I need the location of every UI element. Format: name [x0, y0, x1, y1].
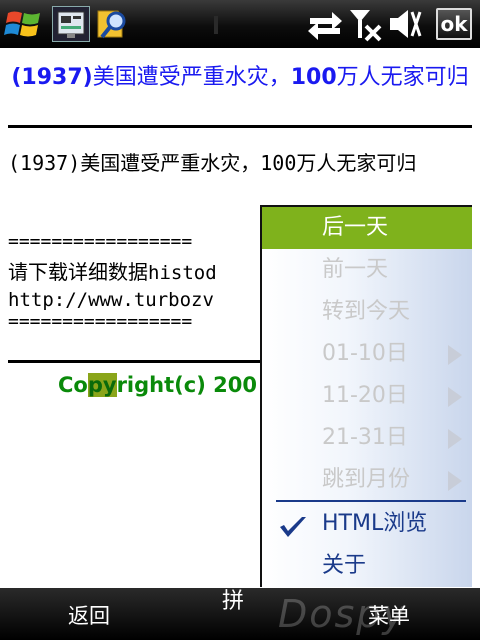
copyright-part-c: right(c) 200 [116, 373, 257, 397]
status-bar-divider [214, 16, 218, 34]
menu-item-label: 关于 [322, 553, 367, 578]
divider-top [8, 125, 472, 128]
title-number: 100 [290, 65, 337, 90]
input-method-indicator[interactable]: 拼 [222, 582, 244, 622]
ok-button[interactable]: ok [436, 8, 472, 40]
submenu-arrow-icon [448, 429, 462, 449]
submenu-arrow-icon [448, 471, 462, 491]
checkmark-icon [280, 517, 306, 537]
copyright-part-a: Co [58, 373, 88, 397]
menu-item-days-21-31[interactable]: 21-31日 [262, 417, 472, 459]
title-text-1: 美国遭受严重水灾， [92, 65, 291, 90]
sync-icon [308, 12, 342, 40]
download-label: 请下载详细数据 [8, 260, 148, 284]
menu-item-days-11-20[interactable]: 11-20日 [262, 375, 472, 417]
menu-item-label: HTML浏览 [322, 511, 428, 536]
download-text: 请下载详细数据histod [8, 258, 217, 287]
menu-item-previous-day[interactable]: 前一天 [262, 249, 472, 291]
page-title: (1937)美国遭受严重水灾，100万人无家可归 [8, 62, 472, 94]
search-app-icon[interactable] [94, 7, 130, 41]
body-text-1: 美国遭受严重水灾， [80, 151, 261, 175]
text-cursor-highlight: py [87, 373, 117, 397]
title-year: (1937) [11, 65, 93, 90]
menu-item-next-day[interactable]: 后一天 [262, 207, 472, 249]
copyright-text: Copyright(c) 200 [58, 370, 257, 400]
menu-item-label: 后一天 [322, 215, 389, 240]
menu-item-label: 01-10日 [322, 341, 408, 366]
volume-icon[interactable] [388, 6, 422, 42]
title-text-2: 万人无家可归 [336, 65, 469, 90]
download-url[interactable]: http://www.turbozv [8, 286, 214, 314]
popup-menu: 后一天 前一天 转到今天 01-10日 11-20日 21-31日 跳到月份 H… [260, 205, 472, 587]
submenu-arrow-icon [448, 345, 462, 365]
no-signal-icon [350, 10, 382, 42]
menu-item-go-to-today[interactable]: 转到今天 [262, 291, 472, 333]
article-body: (1937)美国遭受严重水灾，100万人无家可归 [8, 148, 472, 178]
menu-item-label: 11-20日 [322, 383, 408, 408]
body-number: 100 [260, 151, 297, 175]
separator-line-2: ================= [8, 311, 193, 332]
menu-item-label: 前一天 [322, 257, 389, 282]
separator-line-1: ================= [8, 231, 193, 252]
windows-start-icon[interactable] [4, 7, 44, 41]
body-year: (1937) [8, 151, 81, 175]
menu-item-jump-to-month[interactable]: 跳到月份 [262, 459, 472, 501]
submenu-arrow-icon [448, 387, 462, 407]
menu-item-label: 转到今天 [322, 299, 411, 324]
status-bar: ok [0, 0, 480, 48]
menu-softkey[interactable]: 菜单 [368, 588, 410, 640]
body-text-2: 万人无家可归 [296, 151, 417, 175]
menu-item-about[interactable]: 关于 [262, 545, 472, 587]
menu-item-label: 21-31日 [322, 425, 408, 450]
menu-separator [276, 500, 466, 502]
softkey-bar: 返回 拼 Dospy 菜单 [0, 588, 480, 640]
menu-item-days-01-10[interactable]: 01-10日 [262, 333, 472, 375]
menu-item-label: 跳到月份 [322, 467, 411, 492]
menu-item-html-view[interactable]: HTML浏览 [262, 503, 472, 545]
back-softkey[interactable]: 返回 [68, 588, 110, 640]
download-suffix: histod [148, 262, 217, 284]
app-icon[interactable] [52, 6, 90, 42]
